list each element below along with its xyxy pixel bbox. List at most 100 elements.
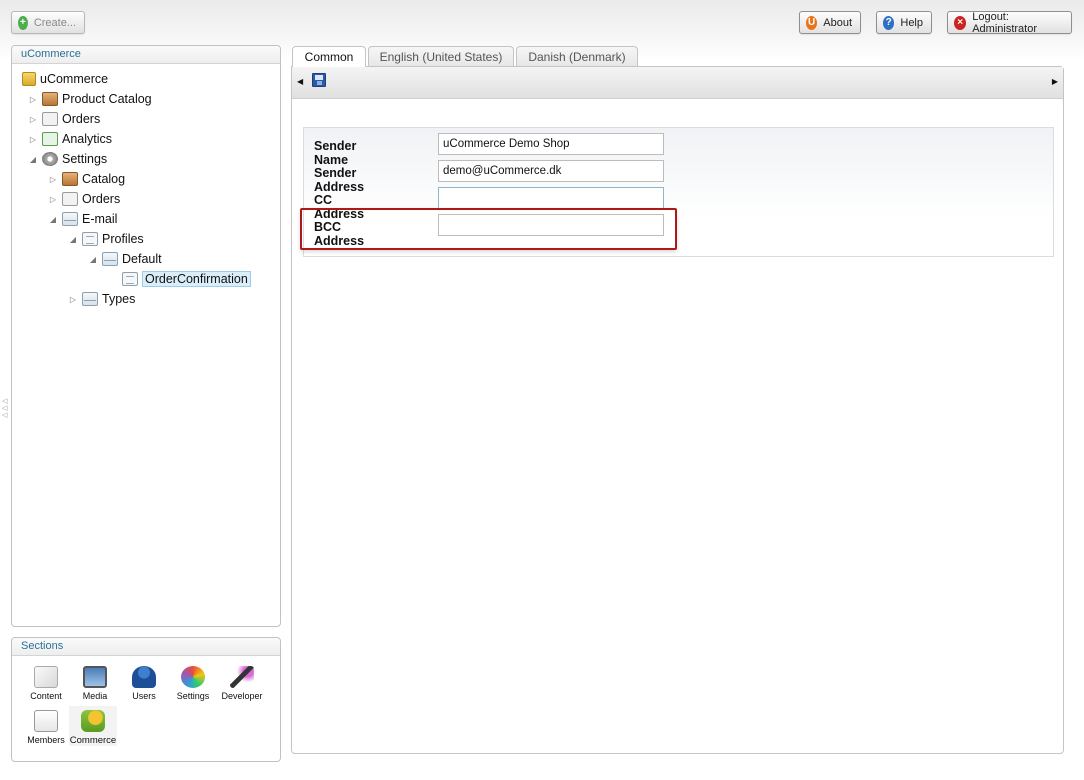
tree-node-label: Types: [102, 292, 136, 306]
tree-node-label: Catalog: [82, 172, 126, 186]
tree-node-label: Settings: [62, 152, 108, 166]
section-label: Commerce: [69, 735, 117, 746]
cc-address-input[interactable]: [438, 187, 664, 209]
help-button[interactable]: ? Help: [876, 11, 932, 34]
folder-icon: [22, 72, 36, 86]
expand-arrow-icon[interactable]: ▷: [28, 135, 38, 144]
bcc-address-label: BCC Address: [314, 220, 365, 248]
color-wheel-icon: [181, 666, 205, 688]
tree-node-orders[interactable]: ▷ Orders: [28, 110, 100, 128]
sender-name-label: Sender Name: [314, 139, 357, 167]
tree-node-label: Profiles: [102, 232, 144, 246]
collapse-arrow-icon[interactable]: ◢: [48, 215, 58, 224]
close-icon: ×: [954, 15, 967, 30]
commerce-icon: [81, 710, 105, 732]
tree-node-label: uCommerce: [40, 72, 109, 86]
logout-label: Logout: Administrator: [972, 10, 1038, 35]
email-template-icon: [122, 272, 138, 286]
panel-collapse-handle[interactable]: ◁ ◁ ◁: [2, 398, 7, 419]
catalog-box-icon: [62, 172, 78, 186]
orders-doc-icon: [42, 112, 58, 126]
collapse-arrow-icon[interactable]: ◢: [88, 255, 98, 264]
tree-node-email[interactable]: ◢ E-mail: [48, 210, 117, 228]
tree-panel-title: uCommerce: [12, 46, 280, 64]
section-developer[interactable]: Developer: [218, 666, 266, 701]
member-card-icon: [34, 710, 58, 732]
tree-node-settings[interactable]: ◢ Settings: [28, 150, 107, 168]
scroll-left-icon[interactable]: ◀: [297, 77, 303, 86]
email-icon: [102, 252, 118, 266]
tree-node-label: Default: [122, 252, 162, 266]
tree-node-label: Orders: [62, 112, 101, 126]
tab-danish-denmark[interactable]: Danish (Denmark): [516, 46, 638, 66]
bcc-address-input[interactable]: [438, 214, 664, 236]
tree-node-settings-orders[interactable]: ▷ Orders: [48, 190, 120, 208]
sections-panel-title: Sections: [12, 638, 280, 656]
expand-arrow-icon[interactable]: ▷: [28, 95, 38, 104]
tree-node-types[interactable]: ▷ Types: [68, 290, 135, 308]
tab-english-united-states[interactable]: English (United States): [368, 46, 514, 66]
magic-wand-icon: [230, 666, 254, 688]
pencil-doc-icon: [34, 666, 58, 688]
analytics-chart-icon: [42, 132, 58, 146]
about-label: About: [823, 16, 852, 29]
tree-node-catalog[interactable]: ▷ Catalog: [48, 170, 125, 188]
user-icon: [132, 666, 156, 688]
create-button[interactable]: + Create...: [11, 11, 85, 34]
editor-toolbar: ◀ ▶: [292, 67, 1063, 99]
section-label: Settings: [176, 691, 210, 701]
about-button[interactable]: U About: [799, 11, 861, 34]
section-label: Content: [30, 691, 62, 701]
expand-arrow-icon[interactable]: ▷: [28, 115, 38, 124]
tree-node-label: OrderConfirmation: [142, 271, 251, 287]
collapse-arrow-icon[interactable]: ◢: [28, 155, 38, 164]
tab-common[interactable]: Common: [292, 46, 366, 67]
help-icon: ?: [883, 15, 895, 30]
sender-address-label: Sender Address: [314, 166, 365, 194]
email-icon: [82, 292, 98, 306]
tree-node-product-catalog[interactable]: ▷ Product Catalog: [28, 90, 152, 108]
email-icon: [62, 212, 78, 226]
tree-node-root[interactable]: uCommerce: [22, 70, 108, 88]
section-media[interactable]: Media: [71, 666, 119, 701]
logout-button[interactable]: × Logout: Administrator: [947, 10, 1072, 35]
tree-node-label: E-mail: [82, 212, 118, 226]
section-label: Media: [82, 691, 108, 701]
section-users[interactable]: Users: [120, 666, 168, 701]
create-label: Create...: [33, 16, 76, 29]
tree-node-order-confirmation[interactable]: OrderConfirmation: [122, 270, 251, 288]
scroll-right-icon[interactable]: ▶: [1052, 77, 1058, 86]
tree-node-label: Product Catalog: [62, 92, 152, 106]
section-label: Users: [132, 691, 156, 701]
sender-address-input[interactable]: [438, 160, 664, 182]
tree-panel: uCommerce uCommerce ▷ Product Catalog ▷ …: [11, 45, 281, 627]
expand-arrow-icon[interactable]: ▷: [48, 175, 58, 184]
collapse-arrow-icon[interactable]: ◢: [68, 235, 78, 244]
section-label: Members: [27, 735, 65, 745]
expand-arrow-icon[interactable]: ▷: [48, 195, 58, 204]
orders-doc-icon: [62, 192, 78, 206]
tree-node-default[interactable]: ◢ Default: [88, 250, 162, 268]
editor-panel: ◀ ▶ Sender Name Sender Address CC Addres…: [291, 66, 1064, 754]
section-settings[interactable]: Settings: [169, 666, 217, 701]
plus-icon: +: [18, 15, 28, 30]
cc-address-label: CC Address: [314, 193, 365, 221]
profiles-icon: [82, 232, 98, 246]
email-settings-form: Sender Name Sender Address CC Address BC…: [303, 127, 1054, 257]
tree-node-label: Analytics: [62, 132, 113, 146]
sections-panel: Sections Content Media Users Settings De…: [11, 637, 281, 762]
gear-icon: [42, 152, 58, 166]
section-label: Developer: [221, 691, 263, 701]
section-commerce[interactable]: Commerce: [69, 706, 117, 746]
catalog-box-icon: [42, 92, 58, 106]
tree-node-label: Orders: [82, 192, 121, 206]
section-members[interactable]: Members: [22, 710, 70, 745]
save-icon[interactable]: [312, 73, 326, 87]
help-label: Help: [900, 16, 923, 29]
sender-name-input[interactable]: [438, 133, 664, 155]
tree-node-analytics[interactable]: ▷ Analytics: [28, 130, 112, 148]
expand-arrow-icon[interactable]: ▷: [68, 295, 78, 304]
tree-node-profiles[interactable]: ◢ Profiles: [68, 230, 144, 248]
section-content[interactable]: Content: [22, 666, 70, 701]
monitor-icon: [83, 666, 107, 688]
